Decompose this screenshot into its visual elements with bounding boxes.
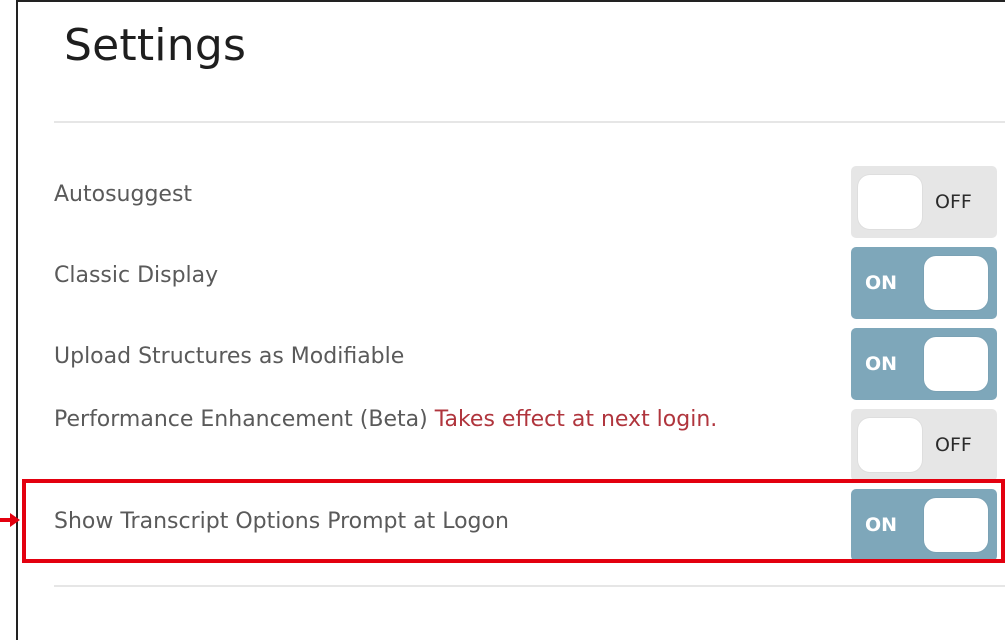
toggle-state: OFF <box>935 191 972 213</box>
toggle-state: OFF <box>935 434 972 456</box>
setting-label-text: Autosuggest <box>54 182 193 207</box>
upload-structures-toggle[interactable]: ON <box>851 328 997 400</box>
setting-label-text: Performance Enhancement (Beta) <box>54 407 428 432</box>
setting-label-text: Show Transcript Options Prompt at Logon <box>54 509 509 534</box>
setting-label-text: Classic Display <box>54 263 219 288</box>
toggle-knob <box>858 418 922 472</box>
setting-note: Takes effect at next login. <box>434 407 718 432</box>
toggle-knob <box>924 337 988 391</box>
setting-label-performance-enhancement: Performance Enhancement (Beta) Takes eff… <box>54 403 814 437</box>
toggle-knob <box>858 175 922 229</box>
toggle-knob <box>924 498 988 552</box>
divider <box>54 585 1005 587</box>
show-transcript-options-toggle[interactable]: ON <box>851 489 997 561</box>
setting-label-autosuggest: Autosuggest <box>54 178 192 212</box>
performance-enhancement-toggle[interactable]: OFF <box>851 409 997 481</box>
page-title: Settings <box>64 20 247 71</box>
toggle-state: ON <box>865 272 898 294</box>
toggle-knob <box>924 256 988 310</box>
setting-label-text: Upload Structures as Modifiable <box>54 344 405 369</box>
pointer-arrow-icon <box>0 513 20 527</box>
toggle-state: ON <box>865 514 898 536</box>
setting-label-classic-display: Classic Display <box>54 259 218 293</box>
toggle-state: ON <box>865 353 898 375</box>
divider <box>54 121 1005 123</box>
setting-label-show-transcript-options: Show Transcript Options Prompt at Logon <box>54 505 509 539</box>
classic-display-toggle[interactable]: ON <box>851 247 997 319</box>
autosuggest-toggle[interactable]: OFF <box>851 166 997 238</box>
setting-label-upload-structures: Upload Structures as Modifiable <box>54 340 404 374</box>
